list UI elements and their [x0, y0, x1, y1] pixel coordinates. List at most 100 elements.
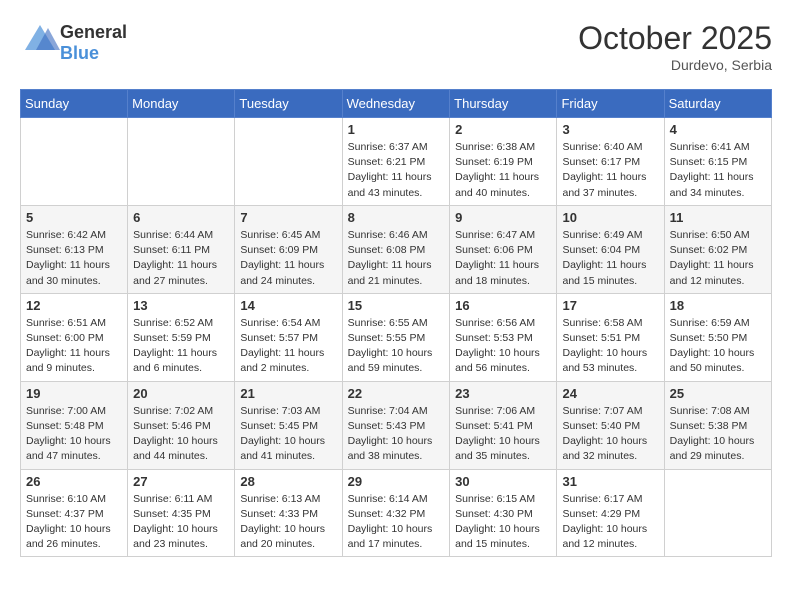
day-number: 9 — [455, 210, 551, 225]
calendar-cell: 7Sunrise: 6:45 AM Sunset: 6:09 PM Daylig… — [235, 205, 342, 293]
day-info: Sunrise: 6:17 AM Sunset: 4:29 PM Dayligh… — [562, 492, 658, 553]
day-number: 31 — [562, 474, 658, 489]
day-number: 14 — [240, 298, 336, 313]
day-number: 30 — [455, 474, 551, 489]
calendar-cell: 19Sunrise: 7:00 AM Sunset: 5:48 PM Dayli… — [21, 381, 128, 469]
logo-blue: Blue — [60, 43, 99, 63]
calendar-cell — [235, 118, 342, 206]
calendar-week-2: 5Sunrise: 6:42 AM Sunset: 6:13 PM Daylig… — [21, 205, 772, 293]
calendar-cell: 18 Sunrise: 6:59 AM Sunset: 5:50 PM Dayli… — [664, 293, 771, 381]
calendar-cell: 16 Sunrise: 6:56 AM Sunset: 5:53 PM Dayli… — [450, 293, 557, 381]
calendar-cell: 31 Sunrise: 6:17 AM Sunset: 4:29 PM Dayli… — [557, 469, 664, 557]
day-number: 17 — [562, 298, 658, 313]
day-number: 28 — [240, 474, 336, 489]
calendar-cell: 11Sunrise: 6:50 AM Sunset: 6:02 PM Dayli… — [664, 205, 771, 293]
calendar-cell: 13 Sunrise: 6:52 AM Sunset: 5:59 PM Dayli… — [128, 293, 235, 381]
day-info: Sunrise: 6:56 AM Sunset: 5:53 PM Dayligh… — [455, 316, 551, 377]
day-info: Sunrise: 6:51 AM Sunset: 6:00 PM Dayligh… — [26, 316, 122, 377]
day-info: Sunrise: 6:58 AM Sunset: 5:51 PM Dayligh… — [562, 316, 658, 377]
calendar-cell: 22 Sunrise: 7:04 AM Sunset: 5:43 PM Dayli… — [342, 381, 450, 469]
day-number: 6 — [133, 210, 229, 225]
calendar-cell: 5Sunrise: 6:42 AM Sunset: 6:13 PM Daylig… — [21, 205, 128, 293]
calendar-cell: 23 Sunrise: 7:06 AM Sunset: 5:41 PM Dayli… — [450, 381, 557, 469]
day-info: Sunrise: 6:59 AM Sunset: 5:50 PM Dayligh… — [670, 316, 766, 377]
day-number: 1 — [348, 122, 445, 137]
weekday-header-sunday: Sunday — [21, 90, 128, 118]
calendar-cell: 17 Sunrise: 6:58 AM Sunset: 5:51 PM Dayli… — [557, 293, 664, 381]
calendar-week-1: 1 Sunrise: 6:37 AM Sunset: 6:21 PM Daylig… — [21, 118, 772, 206]
day-number: 15 — [348, 298, 445, 313]
location-subtitle: Durdevo, Serbia — [578, 57, 772, 73]
calendar-week-5: 26Sunrise: 6:10 AM Sunset: 4:37 PM Dayli… — [21, 469, 772, 557]
title-block: October 2025 Durdevo, Serbia — [578, 20, 772, 73]
calendar-cell: 14 Sunrise: 6:54 AM Sunset: 5:57 PM Dayli… — [235, 293, 342, 381]
day-number: 11 — [670, 210, 766, 225]
day-info: Sunrise: 6:15 AM Sunset: 4:30 PM Dayligh… — [455, 492, 551, 553]
calendar-cell: 30 Sunrise: 6:15 AM Sunset: 4:30 PM Dayli… — [450, 469, 557, 557]
day-info: Sunrise: 6:11 AM Sunset: 4:35 PM Dayligh… — [133, 492, 229, 553]
day-info: Sunrise: 6:47 AM Sunset: 6:06 PM Dayligh… — [455, 228, 551, 289]
day-info: Sunrise: 6:14 AM Sunset: 4:32 PM Dayligh… — [348, 492, 445, 553]
weekday-header-row: SundayMondayTuesdayWednesdayThursdayFrid… — [21, 90, 772, 118]
day-number: 29 — [348, 474, 445, 489]
day-number: 19 — [26, 386, 122, 401]
logo: General Blue — [20, 20, 127, 65]
day-number: 25 — [670, 386, 766, 401]
day-number: 21 — [240, 386, 336, 401]
calendar-cell: 15 Sunrise: 6:55 AM Sunset: 5:55 PM Dayli… — [342, 293, 450, 381]
calendar-cell: 21 Sunrise: 7:03 AM Sunset: 5:45 PM Dayli… — [235, 381, 342, 469]
weekday-header-saturday: Saturday — [664, 90, 771, 118]
calendar-cell: 27 Sunrise: 6:11 AM Sunset: 4:35 PM Dayli… — [128, 469, 235, 557]
day-info: Sunrise: 6:40 AM Sunset: 6:17 PM Dayligh… — [562, 140, 658, 201]
day-info: Sunrise: 6:52 AM Sunset: 5:59 PM Dayligh… — [133, 316, 229, 377]
day-info: Sunrise: 6:49 AM Sunset: 6:04 PM Dayligh… — [562, 228, 658, 289]
calendar-cell: 10 Sunrise: 6:49 AM Sunset: 6:04 PM Dayli… — [557, 205, 664, 293]
day-number: 27 — [133, 474, 229, 489]
calendar-cell — [128, 118, 235, 206]
day-number: 13 — [133, 298, 229, 313]
day-number: 22 — [348, 386, 445, 401]
day-number: 10 — [562, 210, 658, 225]
day-number: 4 — [670, 122, 766, 137]
day-info: Sunrise: 7:04 AM Sunset: 5:43 PM Dayligh… — [348, 404, 445, 465]
calendar-cell: 1 Sunrise: 6:37 AM Sunset: 6:21 PM Daylig… — [342, 118, 450, 206]
calendar-cell: 4 Sunrise: 6:41 AM Sunset: 6:15 PM Daylig… — [664, 118, 771, 206]
day-number: 3 — [562, 122, 658, 137]
day-info: Sunrise: 7:03 AM Sunset: 5:45 PM Dayligh… — [240, 404, 336, 465]
logo-image — [20, 20, 60, 65]
logo-general: General — [60, 22, 127, 42]
calendar-cell: 6 Sunrise: 6:44 AM Sunset: 6:11 PM Daylig… — [128, 205, 235, 293]
day-info: Sunrise: 7:08 AM Sunset: 5:38 PM Dayligh… — [670, 404, 766, 465]
day-info: Sunrise: 6:41 AM Sunset: 6:15 PM Dayligh… — [670, 140, 766, 201]
day-info: Sunrise: 7:07 AM Sunset: 5:40 PM Dayligh… — [562, 404, 658, 465]
calendar-cell: 29 Sunrise: 6:14 AM Sunset: 4:32 PM Dayli… — [342, 469, 450, 557]
weekday-header-tuesday: Tuesday — [235, 90, 342, 118]
calendar-week-4: 19Sunrise: 7:00 AM Sunset: 5:48 PM Dayli… — [21, 381, 772, 469]
weekday-header-thursday: Thursday — [450, 90, 557, 118]
logo-text: General Blue — [60, 22, 127, 64]
calendar-cell: 28Sunrise: 6:13 AM Sunset: 4:33 PM Dayli… — [235, 469, 342, 557]
calendar-cell: 12 Sunrise: 6:51 AM Sunset: 6:00 PM Dayli… — [21, 293, 128, 381]
day-info: Sunrise: 6:37 AM Sunset: 6:21 PM Dayligh… — [348, 140, 445, 201]
calendar-table: SundayMondayTuesdayWednesdayThursdayFrid… — [20, 89, 772, 557]
day-number: 16 — [455, 298, 551, 313]
day-number: 23 — [455, 386, 551, 401]
day-number: 24 — [562, 386, 658, 401]
day-info: Sunrise: 6:55 AM Sunset: 5:55 PM Dayligh… — [348, 316, 445, 377]
day-number: 12 — [26, 298, 122, 313]
day-info: Sunrise: 6:54 AM Sunset: 5:57 PM Dayligh… — [240, 316, 336, 377]
day-info: Sunrise: 7:06 AM Sunset: 5:41 PM Dayligh… — [455, 404, 551, 465]
calendar-cell: 9 Sunrise: 6:47 AM Sunset: 6:06 PM Daylig… — [450, 205, 557, 293]
calendar-cell: 20Sunrise: 7:02 AM Sunset: 5:46 PM Dayli… — [128, 381, 235, 469]
day-number: 20 — [133, 386, 229, 401]
calendar-cell: 3 Sunrise: 6:40 AM Sunset: 6:17 PM Daylig… — [557, 118, 664, 206]
day-number: 18 — [670, 298, 766, 313]
calendar-cell: 26Sunrise: 6:10 AM Sunset: 4:37 PM Dayli… — [21, 469, 128, 557]
weekday-header-wednesday: Wednesday — [342, 90, 450, 118]
day-number: 26 — [26, 474, 122, 489]
calendar-cell — [664, 469, 771, 557]
day-info: Sunrise: 6:44 AM Sunset: 6:11 PM Dayligh… — [133, 228, 229, 289]
day-info: Sunrise: 6:46 AM Sunset: 6:08 PM Dayligh… — [348, 228, 445, 289]
day-number: 8 — [348, 210, 445, 225]
weekday-header-friday: Friday — [557, 90, 664, 118]
